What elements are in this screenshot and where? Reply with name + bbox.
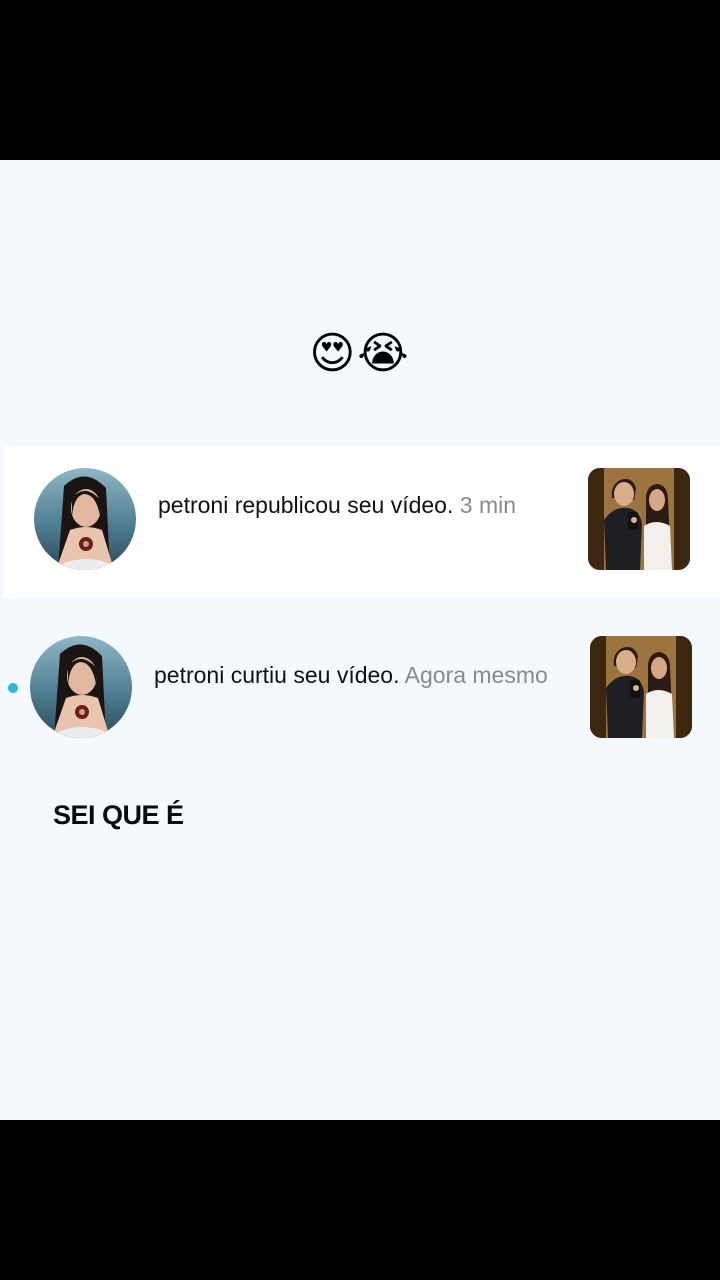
notification-time: Agora mesmo bbox=[404, 662, 548, 688]
notification-item-like[interactable]: petroni curtiu seu vídeo. Agora mesmo bbox=[4, 612, 720, 764]
video-thumbnail[interactable] bbox=[590, 636, 692, 738]
avatar[interactable] bbox=[34, 468, 136, 570]
top-letterbox bbox=[0, 0, 720, 160]
notification-message: petroni republicou seu vídeo. bbox=[158, 492, 454, 518]
video-thumbnail[interactable] bbox=[588, 468, 690, 570]
avatar[interactable] bbox=[30, 636, 132, 738]
notification-time: 3 min bbox=[459, 492, 517, 518]
reaction-emojis: 😍😭 bbox=[309, 329, 411, 378]
notification-message: petroni curtiu seu vídeo. bbox=[154, 662, 400, 688]
overlay-caption: SEI QUE É bbox=[53, 800, 184, 830]
bottom-letterbox bbox=[0, 1120, 720, 1280]
notifications-screen: 😍😭 petroni republicou seu vídeo. 3 min p… bbox=[0, 160, 720, 1120]
notification-text: petroni republicou seu vídeo. 3 min bbox=[158, 492, 558, 518]
notification-item-repost[interactable]: petroni republicou seu vídeo. 3 min bbox=[4, 446, 720, 598]
unread-indicator bbox=[8, 683, 18, 693]
notification-text: petroni curtiu seu vídeo. Agora mesmo bbox=[154, 662, 554, 688]
